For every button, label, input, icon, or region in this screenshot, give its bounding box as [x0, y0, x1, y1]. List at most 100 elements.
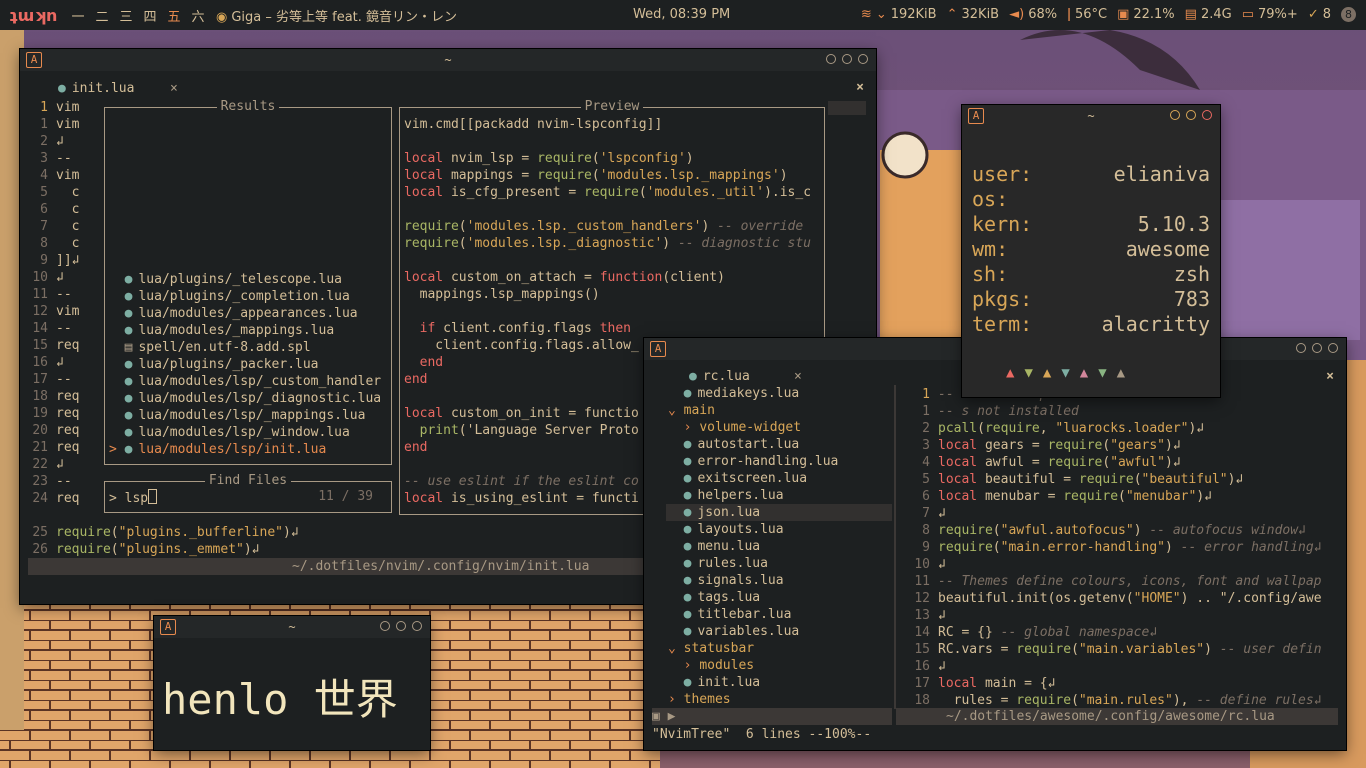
result-item[interactable]: > ● lua/modules/lsp/init.lua: [109, 441, 389, 458]
battery-widget[interactable]: ▭ 79%+: [1242, 7, 1298, 22]
result-item[interactable]: ● lua/modules/lsp/_mappings.lua: [109, 407, 389, 424]
notification-badge[interactable]: 8: [1341, 7, 1356, 22]
line-number: 20: [32, 423, 48, 438]
close-button[interactable]: [412, 621, 422, 631]
fetch-row: pkgs: 783: [972, 287, 1210, 312]
tab-rc-lua[interactable]: ● rc.lua: [689, 369, 750, 384]
scrollbar[interactable]: [828, 101, 866, 115]
code-line: 18 rules = require("main.rules"), -- def…: [902, 692, 1338, 709]
close-button[interactable]: [858, 54, 868, 64]
line-text: RC = {} -- global namespace↲: [938, 625, 1158, 640]
result-item[interactable]: ● lua/modules/lsp/_window.lua: [109, 424, 389, 441]
tag-4[interactable]: 四: [138, 6, 162, 25]
henlo-titlebar[interactable]: A ~: [154, 616, 430, 638]
result-item[interactable]: ● lua/plugins/_completion.lua: [109, 288, 389, 305]
tree-item[interactable]: ⌄ statusbar: [666, 640, 892, 657]
tree-item[interactable]: ● exitscreen.lua: [666, 470, 892, 487]
maximize-button[interactable]: [1186, 110, 1196, 120]
fetch-window[interactable]: A ~ user: elianiva os: kern: 5.10.3 wm: awesom…: [962, 105, 1220, 397]
result-item[interactable]: ● lua/plugins/_telescope.lua: [109, 271, 389, 288]
tree-item[interactable]: ● init.lua: [666, 674, 892, 691]
lua-icon: ●: [683, 454, 692, 469]
line-number: 18: [914, 693, 930, 708]
close-all-icon[interactable]: ×: [856, 80, 864, 95]
fetch-row: os:: [972, 187, 1210, 212]
clock[interactable]: Wed, 08:39 PM: [633, 7, 730, 22]
palette-triangle: ▼: [1061, 365, 1070, 381]
tree-item[interactable]: ● signals.lua: [666, 572, 892, 589]
line-number: 15: [914, 642, 930, 657]
maximize-button[interactable]: [842, 54, 852, 64]
updates-widget[interactable]: ✓ 8: [1308, 7, 1331, 22]
tree-item[interactable]: ● helpers.lua: [666, 487, 892, 504]
wifi-widget[interactable]: ≋ ⌄ 192KiB: [861, 7, 937, 22]
tree-item[interactable]: › modules: [666, 657, 892, 674]
tree-item[interactable]: ● layouts.lua: [666, 521, 892, 538]
tree-item[interactable]: ⌄ main: [666, 402, 892, 419]
volume-widget[interactable]: ◄) 68%: [1009, 7, 1057, 22]
song-title: Giga – 劣等上等 feat. 鏡音リン・レン: [231, 9, 458, 25]
maximize-button[interactable]: [396, 621, 406, 631]
lua-icon: ●: [683, 437, 692, 452]
nvim-titlebar[interactable]: A ~: [20, 49, 876, 71]
close-button[interactable]: [1202, 110, 1212, 120]
henlo-window[interactable]: A ~ henlo 世界: [154, 616, 430, 750]
close-button[interactable]: [1328, 343, 1338, 353]
mem-widget[interactable]: ▤ 2.4G: [1185, 7, 1232, 22]
nvimtree-window[interactable]: A ● rc.lua × × ● mediakeys.lua ⌄ main › vol…: [644, 338, 1346, 750]
lua-icon: ●: [124, 391, 133, 406]
tree-item[interactable]: ● menu.lua: [666, 538, 892, 555]
prompt-input[interactable]: > lsp: [109, 489, 158, 506]
minimize-button[interactable]: [826, 54, 836, 64]
result-item[interactable]: ● lua/modules/lsp/_diagnostic.lua: [109, 390, 389, 407]
result-item[interactable]: ● lua/modules/_appearances.lua: [109, 305, 389, 322]
wm-logo[interactable]: ʇɯʞn: [10, 6, 66, 25]
tree-label: exitscreen.lua: [697, 471, 808, 486]
tag-1[interactable]: 一: [66, 6, 90, 25]
tree-item[interactable]: ● rules.lua: [666, 555, 892, 572]
fetch-row: user: elianiva: [972, 162, 1210, 187]
file-icon: ▤: [124, 340, 133, 355]
upload-widget[interactable]: ⌃ 32KiB: [947, 7, 1000, 22]
tag-2[interactable]: 二: [90, 6, 114, 25]
tree-item[interactable]: ● tags.lua: [666, 589, 892, 606]
tab-init-lua[interactable]: ● init.lua: [58, 81, 134, 96]
fetch-titlebar[interactable]: A ~: [962, 105, 1220, 127]
minimize-button[interactable]: [1170, 110, 1180, 120]
tree-item[interactable]: › volume-widget: [666, 419, 892, 436]
tag-3[interactable]: 三: [114, 6, 138, 25]
tag-6[interactable]: 六: [186, 6, 210, 25]
result-item[interactable]: ▤ spell/en.utf-8.add.spl: [109, 339, 389, 356]
tag-5[interactable]: 五: [162, 6, 186, 25]
close-all-icon[interactable]: ×: [1326, 369, 1334, 384]
fetch-value: 5.10.3: [1137, 212, 1210, 236]
tab-close-icon[interactable]: ×: [794, 369, 802, 384]
minimize-button[interactable]: [380, 621, 390, 631]
tree-item[interactable]: ● titlebar.lua: [666, 606, 892, 623]
result-item[interactable]: ● lua/modules/lsp/_custom_handler: [109, 373, 389, 390]
maximize-button[interactable]: [1312, 343, 1322, 353]
result-path: lua/modules/lsp/_window.lua: [138, 425, 350, 440]
tree-label: layouts.lua: [697, 522, 784, 537]
tab-close-icon[interactable]: ×: [170, 81, 178, 96]
tree-item[interactable]: ● variables.lua: [666, 623, 892, 640]
fetch-value: alacritty: [1101, 312, 1210, 336]
mem-value: 2.4G: [1200, 7, 1232, 22]
temp-widget[interactable]: ǀ 56°C: [1067, 7, 1107, 22]
rc-code: 1-- sure that packa1-- s not installed2p…: [902, 386, 1338, 709]
preview-line: require('modules.lsp._custom_handlers') …: [404, 219, 804, 234]
minimize-button[interactable]: [1296, 343, 1306, 353]
now-playing[interactable]: ◉ Giga – 劣等上等 feat. 鏡音リン・レン: [216, 6, 457, 25]
tree-item[interactable]: › themes: [666, 691, 892, 708]
line-number: 3: [922, 438, 930, 453]
tree-item[interactable]: ● autostart.lua: [666, 436, 892, 453]
tree-item[interactable]: ● json.lua: [666, 504, 892, 521]
tree-item[interactable]: ● mediakeys.lua: [666, 385, 892, 402]
result-item[interactable]: ● lua/plugins/_packer.lua: [109, 356, 389, 373]
cpu-widget[interactable]: ▣ 22.1%: [1117, 7, 1175, 22]
tree-label: main: [683, 403, 715, 418]
result-item[interactable]: ● lua/modules/_mappings.lua: [109, 322, 389, 339]
tree-item[interactable]: ● error-handling.lua: [666, 453, 892, 470]
